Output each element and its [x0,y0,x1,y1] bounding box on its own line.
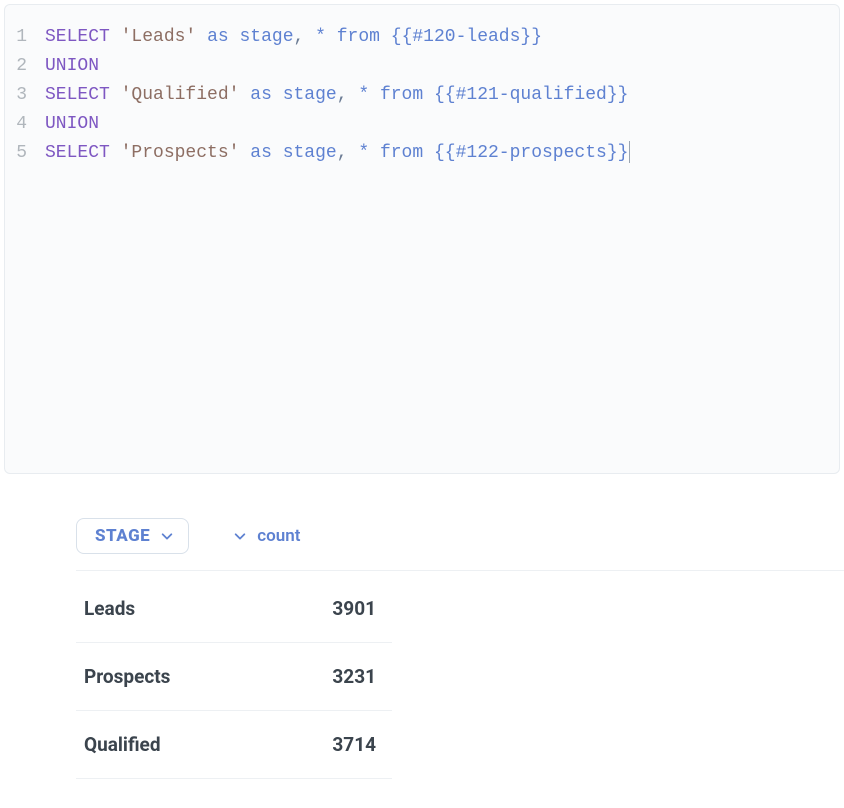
keyword-select: SELECT [45,85,110,105]
code-area[interactable]: SELECT 'Leads' as stage, * from {{#120-l… [35,5,640,473]
column-label: STAGE [95,526,150,546]
column-label: count [257,526,300,546]
table-body: Leads 3901 Prospects 3231 Qualified 3714 [76,575,844,779]
keyword-union: UNION [45,114,99,134]
template-ref: {{#122-prospects}} [434,143,628,163]
line-number: 1 [11,23,27,52]
line-number: 3 [11,81,27,110]
keyword-from: from [337,27,380,47]
line-number: 2 [11,52,27,81]
keyword-from: from [380,143,423,163]
keyword-select: SELECT [45,27,110,47]
cell-count: 3714 [276,733,376,756]
keyword-as: as [250,85,272,105]
table-header-row: STAGE count [76,510,844,571]
line-number-gutter: 1 2 3 4 5 [5,5,35,473]
line-number: 5 [11,139,27,168]
table-row[interactable]: Prospects 3231 [76,643,392,711]
string-literal: 'Qualified' [121,85,240,105]
keyword-select: SELECT [45,143,110,163]
cell-stage: Qualified [76,733,276,756]
keyword-from: from [380,85,423,105]
string-literal: 'Leads' [121,27,197,47]
sql-editor[interactable]: 1 2 3 4 5 SELECT 'Leads' as stage, * fro… [4,4,840,474]
star: * [358,143,369,163]
identifier-stage: stage [283,143,337,163]
column-header-count[interactable]: count [227,518,306,554]
keyword-union: UNION [45,56,99,76]
text-cursor [629,141,630,163]
cell-count: 3901 [276,597,376,620]
keyword-as: as [207,27,229,47]
template-ref: {{#120-leads}} [391,27,542,47]
star: * [358,85,369,105]
string-literal: 'Prospects' [121,143,240,163]
table-row[interactable]: Leads 3901 [76,575,392,643]
keyword-as: as [250,143,272,163]
column-header-stage[interactable]: STAGE [76,518,189,554]
template-ref: {{#121-qualified}} [434,85,628,105]
cell-stage: Prospects [76,665,276,688]
star: * [315,27,326,47]
identifier-stage: stage [239,27,293,47]
cell-count: 3231 [276,665,376,688]
chevron-down-icon [160,529,174,543]
results-table: STAGE count Leads 3901 Prospects 3231 Qu… [0,474,844,779]
table-row[interactable]: Qualified 3714 [76,711,392,779]
identifier-stage: stage [283,85,337,105]
chevron-down-icon [233,529,247,543]
cell-stage: Leads [76,597,276,620]
line-number: 4 [11,110,27,139]
